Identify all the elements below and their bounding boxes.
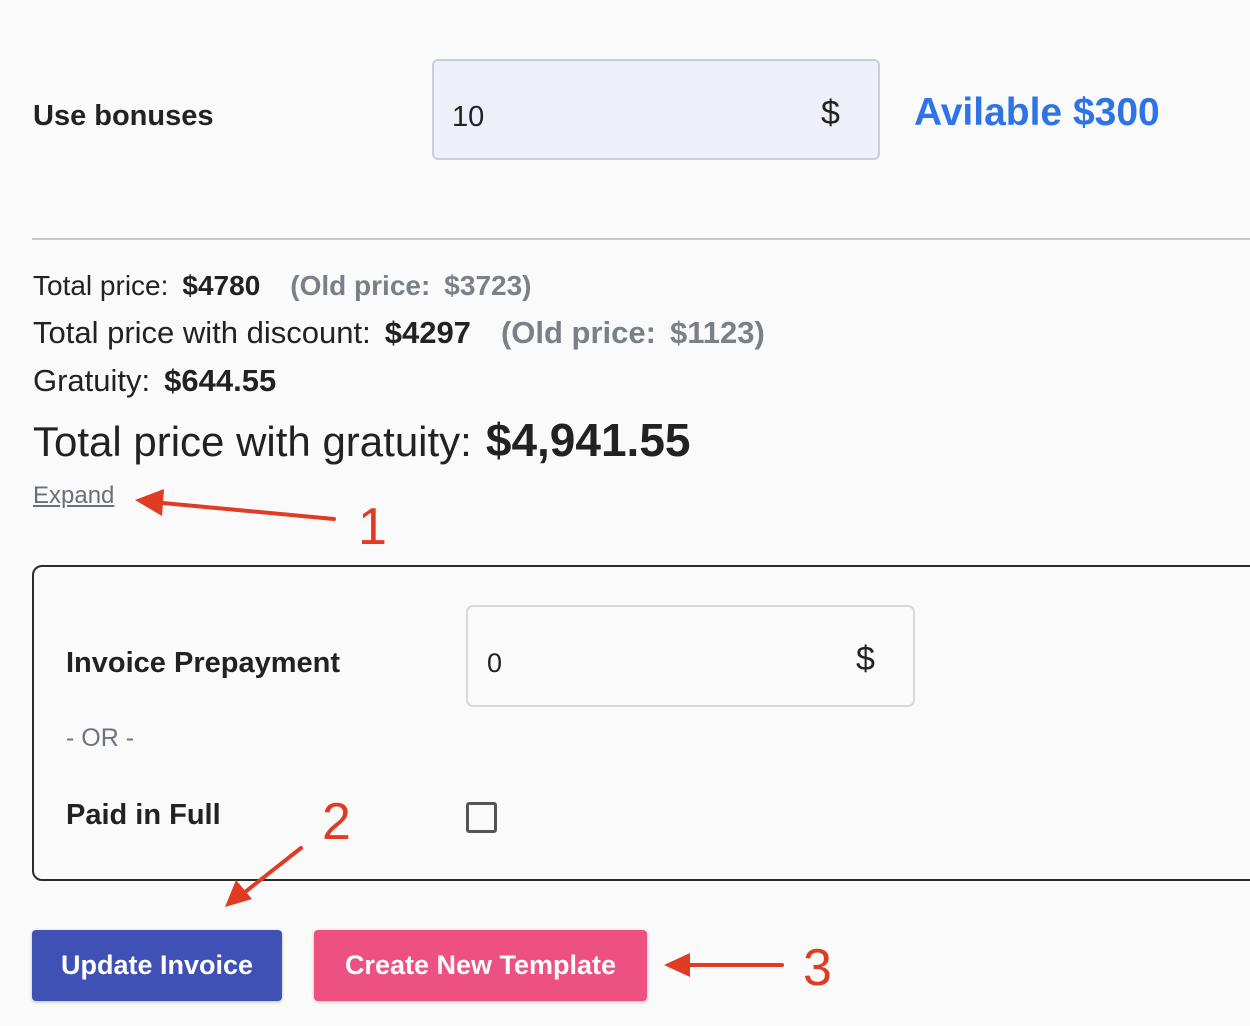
annotation-label-2: 2 [322, 793, 351, 851]
dollar-sign-icon: $ [856, 640, 875, 678]
annotation-label-3: 3 [803, 939, 832, 997]
gratuity-label: Gratuity: [33, 363, 151, 398]
expand-link[interactable]: Expand [33, 482, 114, 510]
create-new-template-button[interactable]: Create New Template [314, 930, 647, 1001]
discount-old-price-value: $1123) [669, 315, 765, 350]
update-invoice-button[interactable]: Update Invoice [32, 930, 282, 1001]
paid-in-full-checkbox[interactable] [466, 802, 497, 833]
annotation-label-1: 1 [358, 498, 387, 556]
invoice-prepayment-input[interactable] [466, 605, 915, 707]
paid-in-full-label: Paid in Full [66, 799, 221, 831]
annotation-arrow-1-icon [135, 489, 336, 521]
dollar-sign-icon: $ [821, 94, 840, 132]
discount-price-label: Total price with discount: [33, 315, 371, 350]
discount-price-value: $4297 [384, 315, 471, 350]
total-price-value: $4780 [182, 270, 261, 301]
use-bonuses-label: Use bonuses [33, 100, 214, 132]
invoice-prepayment-label: Invoice Prepayment [66, 647, 340, 679]
annotation-arrow-3-icon [664, 953, 784, 977]
bonuses-input-value[interactable]: 10 [452, 101, 484, 134]
or-separator: - OR - [66, 724, 135, 752]
gratuity-value: $644.55 [164, 363, 277, 398]
total-old-price-value: $3723) [444, 270, 532, 301]
available-bonuses-text: Avilable $300 [914, 91, 1160, 134]
discount-price-line: Total price with discount: $4297 (Old pric… [33, 315, 765, 351]
bonuses-input[interactable] [432, 59, 880, 160]
gratuity-line: Gratuity: $644.55 [33, 363, 276, 399]
divider [32, 238, 1250, 240]
total-with-gratuity-value: $4,941.55 [485, 414, 691, 466]
total-with-gratuity-label: Total price with gratuity: [33, 418, 472, 465]
total-price-label: Total price: [33, 270, 169, 301]
total-old-price-label: (Old price: [290, 270, 431, 301]
total-price-line: Total price: $4780 (Old price: $3723) [33, 270, 531, 302]
total-with-gratuity-line: Total price with gratuity: $4,941.55 [33, 413, 691, 467]
invoice-prepayment-value[interactable]: 0 [487, 648, 502, 679]
discount-old-price-label: (Old price: [500, 315, 656, 350]
